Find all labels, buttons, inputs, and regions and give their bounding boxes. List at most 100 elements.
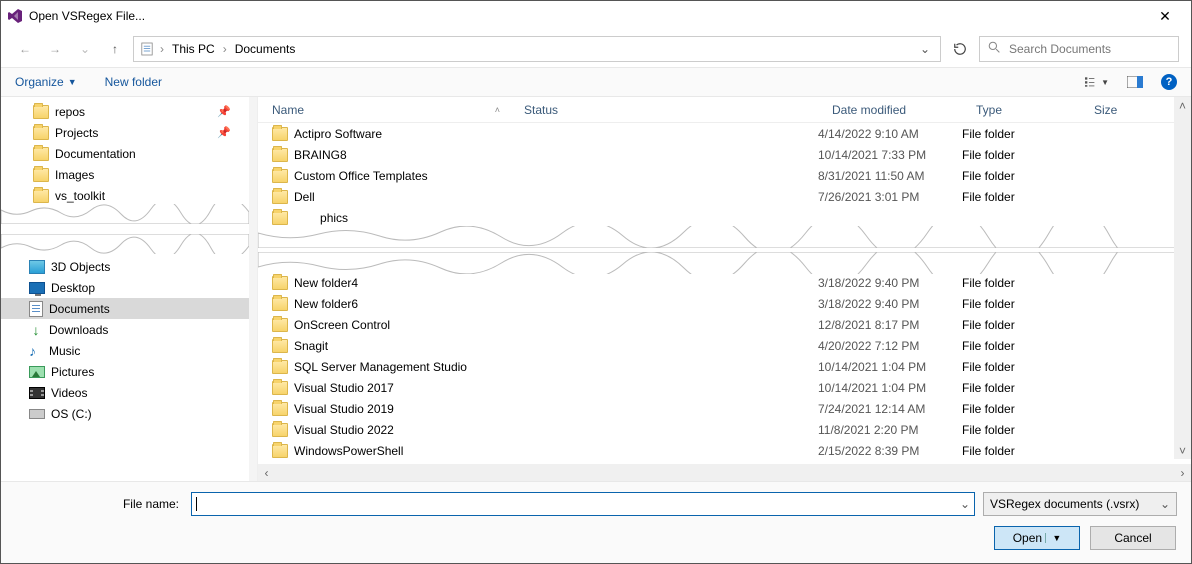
sidebar-item[interactable]: ↓Downloads (1, 319, 249, 340)
filename-input[interactable]: ⌄ (191, 492, 975, 516)
scroll-left-icon[interactable]: ‹ (258, 464, 275, 481)
chevron-right-icon[interactable]: › (221, 42, 229, 56)
sidebar-item[interactable]: Documentation (1, 143, 249, 164)
sidebar-item[interactable]: Videos (1, 382, 249, 403)
toolbar: Organize ▼ New folder ▼ ? (1, 67, 1191, 97)
sidebar-item-label: Projects (55, 126, 98, 140)
file-name: Snagit (294, 339, 328, 353)
filetype-filter[interactable]: VSRegex documents (.vsrx) ⌄ (983, 492, 1177, 516)
sidebar-item[interactable]: Documents (1, 298, 249, 319)
help-button[interactable]: ? (1161, 74, 1177, 90)
file-type: File folder (962, 169, 1080, 183)
search-input[interactable]: Search Documents (979, 36, 1179, 62)
folder-icon (33, 189, 49, 203)
sidebar-item[interactable]: Pictures (1, 361, 249, 382)
footer: File name: ⌄ VSRegex documents (.vsrx) ⌄… (1, 481, 1191, 563)
file-date: 10/14/2021 1:04 PM (818, 381, 962, 395)
window-title: Open VSRegex File... (29, 9, 1145, 23)
sidebar-item-label: 3D Objects (51, 260, 110, 274)
scroll-down-icon[interactable]: ˅ (1174, 442, 1191, 459)
file-type: File folder (962, 297, 1080, 311)
sidebar-item-label: repos (55, 105, 85, 119)
column-date[interactable]: Date modified (818, 103, 962, 117)
sidebar-item[interactable]: OS (C:) (1, 403, 249, 424)
folder-icon (33, 168, 49, 182)
recent-dropdown[interactable]: ⌄ (73, 37, 97, 61)
list-item[interactable]: SQL Server Management Studio10/14/2021 1… (258, 356, 1191, 377)
chevron-right-icon[interactable]: › (158, 42, 166, 56)
sidebar-item-label: Documentation (55, 147, 136, 161)
sidebar-item[interactable]: Images (1, 164, 249, 185)
file-date: 4/20/2022 7:12 PM (818, 339, 962, 353)
music-icon: ♪ (29, 343, 43, 359)
pin-icon: 📌 (217, 105, 231, 118)
column-headers: Name ˄ Status Date modified Type Size (258, 97, 1191, 123)
close-button[interactable]: ✕ (1145, 8, 1185, 25)
scrollbar-horizontal[interactable]: ‹ › (258, 464, 1191, 481)
up-button[interactable]: ↑ (103, 37, 127, 61)
list-item[interactable]: Visual Studio 20197/24/2021 12:14 AMFile… (258, 398, 1191, 419)
organize-button[interactable]: Organize ▼ (15, 75, 77, 89)
file-list: Name ˄ Status Date modified Type Size Ac… (257, 97, 1191, 481)
list-item[interactable]: Snagit4/20/2022 7:12 PMFile folder (258, 335, 1191, 356)
preview-pane-button[interactable] (1123, 72, 1147, 92)
list-item[interactable]: Visual Studio 202211/8/2021 2:20 PMFile … (258, 419, 1191, 440)
scrollbar-vertical[interactable]: ˄ ˅ (1174, 97, 1191, 459)
back-button[interactable]: ← (13, 37, 37, 61)
sidebar-item[interactable]: vs_toolkit (1, 185, 249, 206)
list-item[interactable]: Visual Studio 201710/14/2021 1:04 PMFile… (258, 377, 1191, 398)
doc-icon (138, 40, 156, 58)
list-item[interactable]: New folder63/18/2022 9:40 PMFile folder (258, 293, 1191, 314)
list-item[interactable]: Dell7/26/2021 3:01 PMFile folder (258, 186, 1191, 207)
chevron-down-icon[interactable]: ⌄ (960, 497, 970, 511)
titlebar: Open VSRegex File... ✕ (1, 1, 1191, 31)
sort-asc-icon: ˄ (495, 105, 500, 115)
scroll-up-icon[interactable]: ˄ (1174, 97, 1191, 114)
file-date: 3/18/2022 9:40 PM (818, 276, 962, 290)
sidebar-item-label: Documents (49, 302, 110, 316)
list-item[interactable]: New folder43/18/2022 9:40 PMFile folder (258, 272, 1191, 293)
folder-icon (272, 127, 288, 141)
refresh-button[interactable] (947, 36, 973, 62)
downloads-icon: ↓ (29, 323, 43, 337)
list-item[interactable]: WindowsPowerShell2/15/2022 8:39 PMFile f… (258, 440, 1191, 461)
scroll-right-icon[interactable]: › (1174, 464, 1191, 481)
new-folder-button[interactable]: New folder (105, 75, 162, 89)
list-item[interactable]: BRAING810/14/2021 7:33 PMFile folder (258, 144, 1191, 165)
breadcrumb[interactable]: › This PC › Documents ⌄ (133, 36, 941, 62)
sidebar-item[interactable]: 3D Objects (1, 256, 249, 277)
column-name[interactable]: Name ˄ (258, 103, 510, 117)
file-name: Custom Office Templates (294, 169, 428, 183)
folder-icon (272, 360, 288, 374)
splitter[interactable] (249, 97, 257, 481)
column-status[interactable]: Status (510, 103, 818, 117)
chevron-down-icon[interactable]: ⌄ (914, 42, 936, 56)
file-name: Visual Studio 2017 (294, 381, 394, 395)
list-item[interactable]: Custom Office Templates8/31/2021 11:50 A… (258, 165, 1191, 186)
sidebar-item-label: OS (C:) (51, 407, 92, 421)
list-item[interactable]: OnScreen Control12/8/2021 8:17 PMFile fo… (258, 314, 1191, 335)
sidebar-item[interactable]: ♪Music (1, 340, 249, 361)
breadcrumb-folder[interactable]: Documents (231, 42, 300, 56)
forward-button[interactable]: → (43, 37, 67, 61)
column-type[interactable]: Type (962, 103, 1080, 117)
list-item[interactable]: Actipro Software4/14/2022 9:10 AMFile fo… (258, 123, 1191, 144)
sidebar-item[interactable]: Projects📌 (1, 122, 249, 143)
view-options-button[interactable]: ▼ (1085, 72, 1109, 92)
file-name: BRAING8 (294, 148, 347, 162)
file-date: 7/24/2021 12:14 AM (818, 402, 962, 416)
sidebar-item[interactable]: repos 📌 (1, 101, 249, 122)
sidebar: repos 📌 Projects📌 Documentation Images vs_too… (1, 97, 249, 481)
breadcrumb-root[interactable]: This PC (168, 42, 219, 56)
navbar: ← → ⌄ ↑ › This PC › Documents ⌄ Search D… (1, 31, 1191, 67)
list-item[interactable]: Graphics (258, 207, 1191, 228)
file-date: 11/8/2021 2:20 PM (818, 423, 962, 437)
cancel-button[interactable]: Cancel (1090, 526, 1176, 550)
sidebar-item-label: vs_toolkit (55, 189, 105, 203)
sidebar-item[interactable]: Desktop (1, 277, 249, 298)
file-name: Visual Studio 2022 (294, 423, 394, 437)
folder-icon (272, 211, 288, 225)
open-button[interactable]: Open ▼ (994, 526, 1080, 550)
folder-icon (272, 297, 288, 311)
folder-icon (272, 339, 288, 353)
